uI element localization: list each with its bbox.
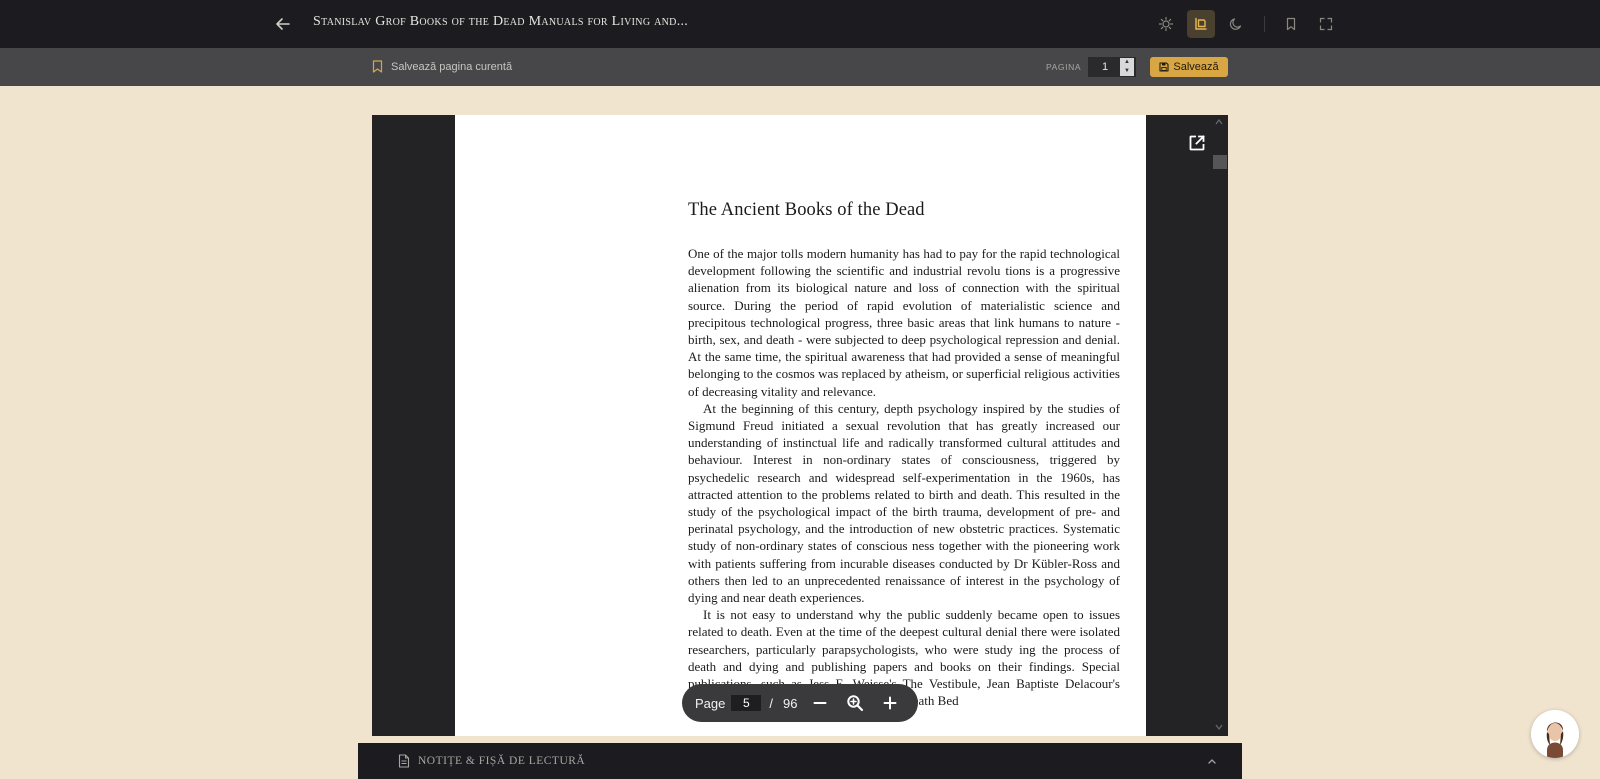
page-separator: / <box>769 695 773 711</box>
notes-label: NOTIȚE & FIȘĂ DE LECTURĂ <box>418 755 586 767</box>
plus-icon <box>883 696 897 710</box>
floppy-disk-icon <box>1159 62 1169 72</box>
save-current-page-button[interactable]: Salvează pagina curentă <box>372 60 512 73</box>
current-page-input[interactable]: 5 <box>731 695 762 711</box>
open-in-new-window-button[interactable] <box>1187 133 1207 153</box>
document-icon <box>398 754 410 768</box>
page-number-stepper[interactable]: ▲ ▼ <box>1120 58 1134 76</box>
pdf-viewer[interactable]: The Ancient Books of the Dead One of the… <box>372 115 1228 736</box>
vertical-scrollbar-thumb[interactable] <box>1213 155 1227 169</box>
notes-panel-toggle[interactable]: NOTIȚE & FIȘĂ DE LECTURĂ <box>358 743 1242 779</box>
notes-header: NOTIȚE & FIȘĂ DE LECTURĂ <box>398 754 585 768</box>
bookmark-outline-icon <box>372 60 383 73</box>
page-text: The Ancient Books of the Dead One of the… <box>688 200 1120 709</box>
back-arrow-icon <box>276 18 290 30</box>
external-link-icon <box>1189 135 1205 151</box>
zoom-icon <box>847 695 864 712</box>
pdf-page: The Ancient Books of the Dead One of the… <box>455 115 1146 736</box>
bookmark-icon <box>1286 17 1296 31</box>
stepper-down-icon[interactable]: ▼ <box>1120 67 1134 76</box>
fullscreen-icon <box>1319 17 1333 31</box>
view-controls <box>1152 10 1340 38</box>
save-button[interactable]: Salvează <box>1150 57 1228 77</box>
save-current-page-label: Salvează pagina curentă <box>391 60 513 73</box>
save-button-label: Salvează <box>1173 61 1219 73</box>
dark-theme-button[interactable] <box>1222 10 1250 38</box>
page-save-bar: Salvează pagina curentă PAGINA 1 ▲ ▼ Sal… <box>0 48 1600 86</box>
chevron-up-icon <box>1208 759 1216 764</box>
total-pages: 96 <box>783 695 798 711</box>
bookmark-button[interactable] <box>1277 10 1305 38</box>
fullscreen-button[interactable] <box>1312 10 1340 38</box>
zoom-reset-button[interactable] <box>844 692 866 714</box>
stepper-up-icon[interactable]: ▲ <box>1120 58 1134 67</box>
document-title: Stanislav Grof Books of the Dead Manuals… <box>313 14 689 29</box>
chapter-title: The Ancient Books of the Dead <box>688 200 925 220</box>
zoom-out-button[interactable] <box>809 692 831 714</box>
sun-icon <box>1158 16 1174 32</box>
sepia-theme-button[interactable] <box>1187 10 1215 38</box>
page-field-label: PAGINA <box>1046 62 1082 72</box>
scroll-up-arrow-icon[interactable] <box>1214 117 1224 127</box>
assistant-avatar-button[interactable] <box>1531 710 1579 758</box>
toolbar-divider <box>1264 16 1265 32</box>
light-theme-button[interactable] <box>1152 10 1180 38</box>
sepia-mode-icon <box>1195 17 1207 30</box>
avatar-portrait-icon <box>1531 710 1579 758</box>
moon-icon <box>1229 18 1242 30</box>
top-bar: Stanislav Grof Books of the Dead Manuals… <box>0 0 1600 48</box>
paragraph: At the beginning of this century, depth … <box>688 400 1120 606</box>
zoom-in-button[interactable] <box>879 692 901 714</box>
page-word: Page <box>695 695 726 711</box>
page-navigation: Page 5 / 96 <box>682 684 918 722</box>
scroll-down-arrow-icon[interactable] <box>1214 722 1224 732</box>
back-button[interactable] <box>272 13 294 35</box>
minus-icon <box>813 702 827 704</box>
paragraph: One of the major tolls modern humanity h… <box>688 246 1120 399</box>
